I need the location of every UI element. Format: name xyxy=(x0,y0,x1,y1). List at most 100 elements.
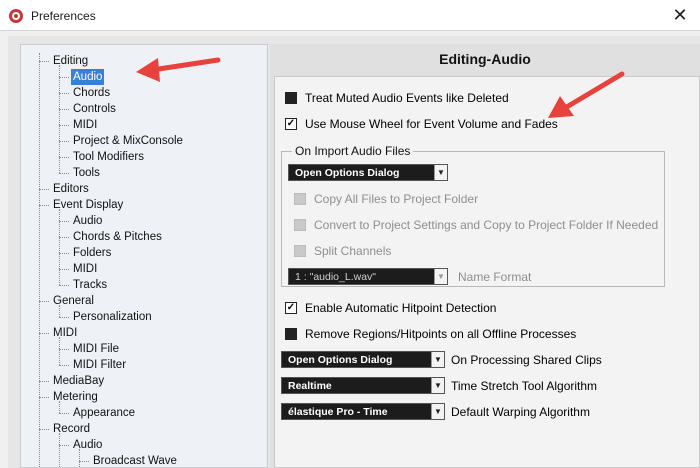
treat-muted-checkbox-row[interactable]: Treat Muted Audio Events like Deleted xyxy=(285,89,509,107)
hitpoint-checkbox-row[interactable]: ✓ Enable Automatic Hitpoint Detection xyxy=(285,299,496,317)
tree-item[interactable]: MIDI xyxy=(51,325,79,341)
shared-clips-value: Open Options Dialog xyxy=(288,353,393,366)
tree-connector xyxy=(39,189,49,190)
tree-item[interactable]: MIDI File xyxy=(71,341,121,357)
tree-item[interactable]: Appearance xyxy=(71,405,137,421)
title-bar: Preferences ✕ xyxy=(0,0,700,31)
tree-connector xyxy=(59,125,69,126)
import-options-value: Open Options Dialog xyxy=(295,166,400,179)
hitpoint-checkbox[interactable]: ✓ xyxy=(285,302,297,314)
convert-checkbox-row[interactable]: Convert to Project Settings and Copy to … xyxy=(294,216,658,234)
tree-item[interactable]: Editing xyxy=(51,53,90,69)
tree-guide xyxy=(59,401,60,413)
tree-item[interactable]: MIDI Filter xyxy=(71,357,128,373)
tree-item[interactable]: Tracks xyxy=(71,277,109,293)
tree-connector xyxy=(59,237,69,238)
tree-connector xyxy=(59,285,69,286)
settings-panel: Editing-Audio Treat Muted Audio Events l… xyxy=(270,44,700,468)
tree-connector xyxy=(59,445,69,446)
tree-connector xyxy=(59,157,69,158)
chevron-down-icon[interactable]: ▼ xyxy=(431,378,444,393)
warping-dropdown[interactable]: élastique Pro - Time ▼ xyxy=(281,403,445,420)
mouse-wheel-checkbox[interactable]: ✓ xyxy=(285,118,297,130)
tree-connector xyxy=(59,93,69,94)
tree-guide xyxy=(59,433,60,467)
tree-connector xyxy=(39,429,49,430)
chevron-down-icon[interactable]: ▼ xyxy=(431,404,444,419)
tree-guide xyxy=(59,209,60,285)
tree-item[interactable]: Editors xyxy=(51,181,91,197)
tree-connector xyxy=(59,413,69,414)
split-channels-checkbox[interactable] xyxy=(294,245,306,257)
tree-item[interactable]: Controls xyxy=(71,101,118,117)
settings-page: Treat Muted Audio Events like Deleted ✓ … xyxy=(274,76,700,468)
tree-item[interactable]: Chords & Pitches xyxy=(71,229,164,245)
tree-connector xyxy=(59,77,69,78)
tree-connector xyxy=(59,253,69,254)
time-stretch-dropdown[interactable]: Realtime ▼ xyxy=(281,377,445,394)
tree-item[interactable]: Broadcast Wave xyxy=(91,453,179,467)
hitpoint-label: Enable Automatic Hitpoint Detection xyxy=(305,301,497,315)
tree-connector xyxy=(39,381,49,382)
tree-item[interactable]: MIDI xyxy=(71,261,99,277)
tree-connector xyxy=(59,221,69,222)
tree-item[interactable]: Personalization xyxy=(71,309,154,325)
import-audio-group: On Import Audio Files Open Options Dialo… xyxy=(281,144,665,287)
window-title: Preferences xyxy=(31,9,96,23)
dialog-content: Editing Audio Chords Controls MIDI Project & … xyxy=(8,36,700,468)
split-channels-label: Split Channels xyxy=(314,244,392,258)
chevron-down-icon[interactable]: ▼ xyxy=(434,165,447,180)
tree-item[interactable]: Project & MixConsole xyxy=(71,133,185,149)
tree-item[interactable]: Audio xyxy=(71,213,104,229)
chevron-down-icon[interactable]: ▼ xyxy=(434,269,447,284)
tree-item[interactable]: Tools xyxy=(71,165,102,181)
tree-item[interactable]: Audio xyxy=(71,69,105,85)
split-channels-checkbox-row[interactable]: Split Channels xyxy=(294,242,391,260)
tree-connector xyxy=(39,397,49,398)
remove-regions-checkbox-row[interactable]: Remove Regions/Hitpoints on all Offline … xyxy=(285,325,576,343)
warping-value: élastique Pro - Time xyxy=(288,405,388,418)
tree-connector xyxy=(79,461,89,462)
tree-item[interactable]: MIDI xyxy=(71,117,99,133)
tree-guide xyxy=(79,449,80,467)
page-title: Editing-Audio xyxy=(439,51,531,67)
tree-item[interactable]: Audio xyxy=(71,437,104,453)
copy-files-checkbox[interactable] xyxy=(294,193,306,205)
tree-connector xyxy=(59,317,69,318)
convert-label: Convert to Project Settings and Copy to … xyxy=(314,218,659,232)
tree-connector xyxy=(39,205,49,206)
tree-item[interactable]: Event Display xyxy=(51,197,125,213)
tree-item[interactable]: Folders xyxy=(71,245,113,261)
import-options-dropdown[interactable]: Open Options Dialog ▼ xyxy=(288,164,448,181)
tree-connector xyxy=(59,109,69,110)
shared-clips-dropdown[interactable]: Open Options Dialog ▼ xyxy=(281,351,445,368)
tree-connector xyxy=(59,365,69,366)
warping-label: Default Warping Algorithm xyxy=(451,405,590,419)
tree-connector xyxy=(39,333,49,334)
tree-item[interactable]: Tool Modifiers xyxy=(71,149,146,165)
tree-connector xyxy=(59,173,69,174)
shared-clips-label: On Processing Shared Clips xyxy=(451,353,602,367)
chevron-down-icon[interactable]: ▼ xyxy=(431,352,444,367)
time-stretch-value: Realtime xyxy=(288,379,332,392)
tree-guide xyxy=(59,305,60,317)
tree-item[interactable]: Chords xyxy=(71,85,112,101)
tree-connector xyxy=(39,61,49,62)
tree-guide xyxy=(59,65,60,173)
convert-checkbox[interactable] xyxy=(294,219,306,231)
tree-item[interactable]: MediaBay xyxy=(51,373,106,389)
cubase-logo-icon xyxy=(9,9,23,23)
name-format-dropdown[interactable]: 1 : "audio_L.wav" ▼ xyxy=(288,268,448,285)
tree-connector xyxy=(39,301,49,302)
tree-item[interactable]: Record xyxy=(51,421,92,437)
remove-regions-label: Remove Regions/Hitpoints on all Offline … xyxy=(305,327,577,341)
tree-item[interactable]: General xyxy=(51,293,96,309)
tree-connector xyxy=(59,349,69,350)
close-button[interactable]: ✕ xyxy=(660,0,700,30)
copy-files-checkbox-row[interactable]: Copy All Files to Project Folder xyxy=(294,190,478,208)
treat-muted-checkbox[interactable] xyxy=(285,92,297,104)
remove-regions-checkbox[interactable] xyxy=(285,328,297,340)
mouse-wheel-checkbox-row[interactable]: ✓ Use Mouse Wheel for Event Volume and F… xyxy=(285,115,558,133)
preferences-tree[interactable]: Editing Audio Chords Controls MIDI Project & … xyxy=(20,44,268,468)
name-format-label: Name Format xyxy=(458,270,532,284)
